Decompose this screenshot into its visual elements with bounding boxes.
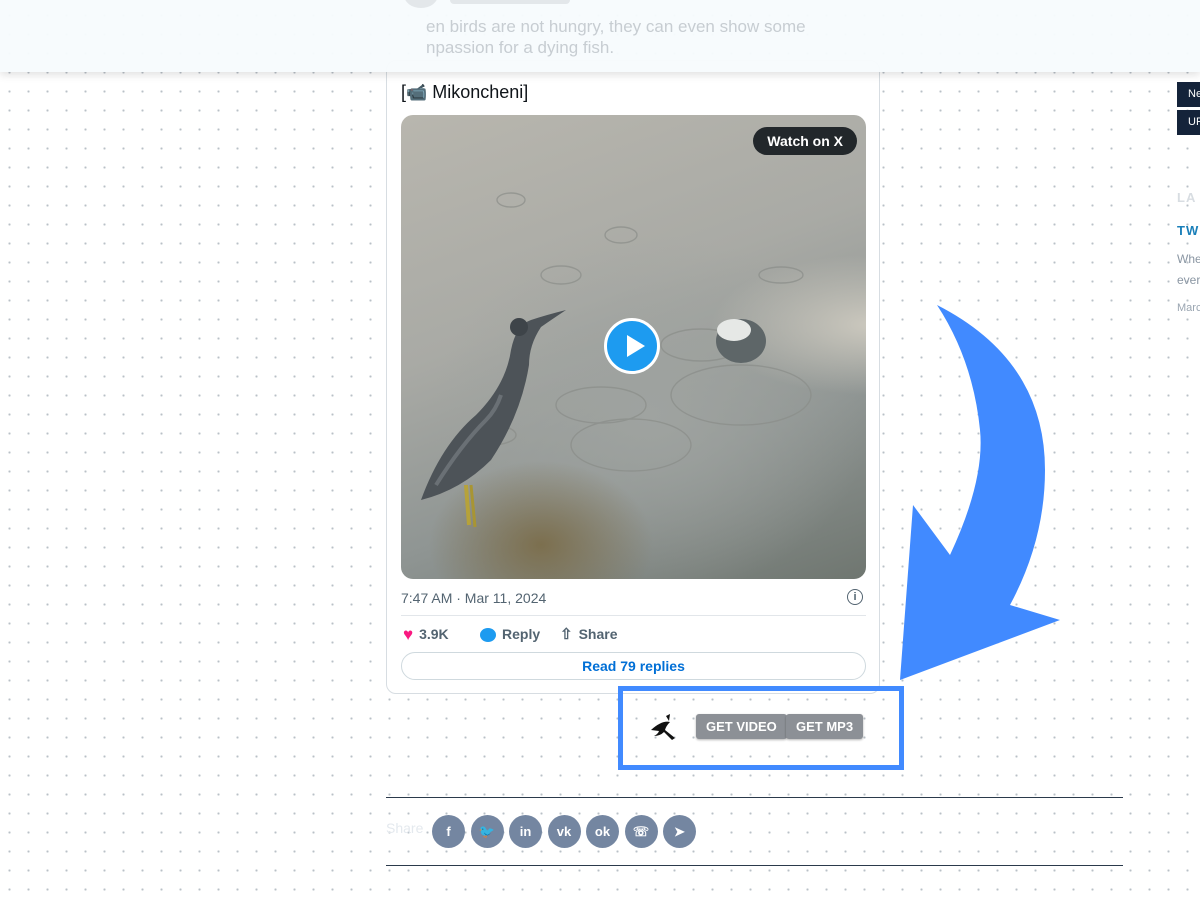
odnoklassniki-icon[interactable]: ok bbox=[586, 815, 619, 848]
faded-author-name bbox=[450, 0, 570, 4]
like-action[interactable]: ♥ 3.9K bbox=[403, 624, 449, 644]
share-upload-icon: ⇧ bbox=[560, 626, 573, 644]
faded-text-line-2: npassion for a dying fish. bbox=[426, 38, 615, 57]
sidebar-date: Marc bbox=[1177, 302, 1200, 314]
like-count: 3.9K bbox=[419, 626, 449, 642]
sidebar-excerpt-line-2: ever bbox=[1177, 273, 1200, 287]
read-replies-button[interactable]: Read 79 replies bbox=[401, 652, 866, 680]
sidebar-tag-updates[interactable]: UP bbox=[1177, 110, 1200, 135]
watch-on-x-button[interactable]: Watch on X bbox=[753, 127, 857, 155]
reply-bubble-icon bbox=[480, 628, 496, 643]
share-bottom-rule bbox=[386, 865, 1123, 866]
tweet-location: Mikoncheni bbox=[432, 82, 524, 102]
share-row-label: Share bbox=[386, 820, 424, 836]
tweet-text: [📹 Mikoncheni] bbox=[401, 82, 529, 102]
downloader-logo-icon bbox=[651, 714, 675, 740]
linkedin-icon[interactable]: in bbox=[509, 815, 542, 848]
faded-tweet-text: en birds are not hungry, they can even s… bbox=[426, 16, 866, 58]
sidebar-tag-updates-label: UP bbox=[1188, 116, 1200, 128]
facebook-icon[interactable]: f bbox=[432, 815, 465, 848]
tweet-timestamp[interactable]: 7:47 AM · Mar 11, 2024 bbox=[401, 590, 546, 606]
heart-icon: ♥ bbox=[403, 625, 414, 645]
sidebar-tag-news[interactable]: Ne bbox=[1177, 82, 1200, 107]
sidebar-tag-news-label: Ne bbox=[1188, 88, 1200, 100]
faded-avatar bbox=[404, 0, 438, 8]
vk-icon[interactable]: vk bbox=[547, 815, 581, 848]
sidebar-excerpt-line-1: Whe bbox=[1177, 252, 1200, 266]
top-overlay-banner: en birds are not hungry, they can even s… bbox=[0, 0, 1200, 72]
twitter-icon[interactable]: 🐦 bbox=[470, 815, 504, 848]
sidebar-section-title: LA bbox=[1177, 190, 1197, 205]
info-icon[interactable]: i bbox=[847, 589, 863, 605]
sidebar-article-title[interactable]: TW bbox=[1177, 223, 1200, 238]
reply-label: Reply bbox=[502, 626, 541, 642]
share-label: Share bbox=[578, 626, 618, 642]
whatsapp-icon[interactable]: ☏ bbox=[624, 815, 658, 848]
reply-action[interactable]: Reply bbox=[480, 624, 540, 644]
tweet-video[interactable]: Watch on X bbox=[401, 115, 866, 579]
get-mp3-button[interactable]: GET MP3 bbox=[786, 714, 864, 739]
get-video-button[interactable]: GET VIDEO bbox=[696, 714, 787, 739]
card-divider bbox=[401, 615, 866, 616]
play-icon[interactable] bbox=[604, 318, 660, 374]
share-top-rule bbox=[386, 797, 1123, 798]
faded-text-line-1: en birds are not hungry, they can even s… bbox=[426, 17, 806, 36]
share-action[interactable]: ⇧ Share bbox=[560, 624, 618, 644]
telegram-icon[interactable]: ➤ bbox=[663, 815, 696, 848]
camera-icon: 📹 bbox=[406, 83, 428, 102]
pointing-arrow-icon bbox=[900, 305, 1060, 680]
